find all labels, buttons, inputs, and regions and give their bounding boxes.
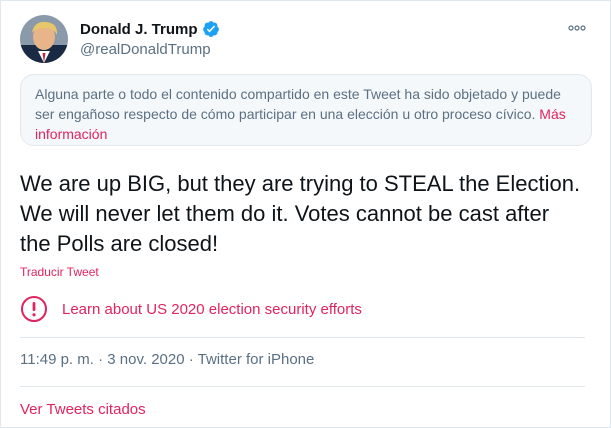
alert-circle-icon <box>21 296 47 322</box>
more-options-icon[interactable] <box>567 23 587 33</box>
author-handle[interactable]: @realDonaldTrump <box>80 41 211 58</box>
tweet-meta: 11:49 p. m. · 3 nov. 2020 · Twitter for … <box>20 351 314 368</box>
author-display-name[interactable]: Donald J. Trump <box>80 21 198 38</box>
avatar-image <box>20 15 68 63</box>
tweet-card: Donald J. Trump @realDonaldTrump Alguna … <box>0 0 611 428</box>
author-name-row: Donald J. Trump <box>80 20 220 38</box>
meta-separator: · <box>184 351 198 368</box>
tweet-time[interactable]: 11:49 p. m. <box>20 351 94 368</box>
view-quoted-tweets-link[interactable]: Ver Tweets citados <box>20 401 146 418</box>
translate-tweet-link[interactable]: Traducir Tweet <box>20 265 99 279</box>
election-info-link[interactable]: Learn about US 2020 election security ef… <box>20 295 362 323</box>
notice-text: Alguna parte o todo el contenido compart… <box>35 86 561 122</box>
meta-separator: · <box>93 351 108 368</box>
divider <box>20 386 585 387</box>
tweet-body: We are up BIG, but they are trying to ST… <box>20 171 581 256</box>
divider <box>20 337 585 338</box>
verified-badge-icon <box>202 20 220 38</box>
election-info-label: Learn about US 2020 election security ef… <box>62 300 362 318</box>
tweet-date[interactable]: 3 nov. 2020 <box>107 351 184 368</box>
tweet-source[interactable]: Twitter for iPhone <box>198 351 315 368</box>
disputed-content-notice: Alguna parte o todo el contenido compart… <box>20 74 592 146</box>
avatar[interactable] <box>20 15 68 63</box>
